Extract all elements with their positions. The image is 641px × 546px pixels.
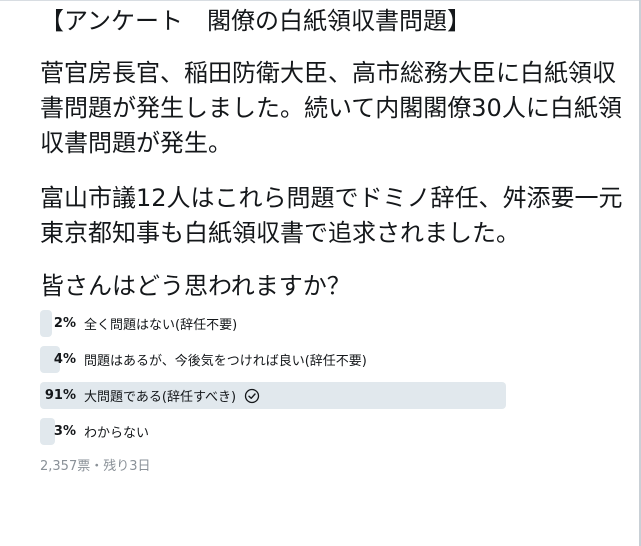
poll-meta: 2,357票・残り3日: [40, 455, 630, 474]
tweet-paragraph-2: 富山市議12人はこれら問題でドミノ辞任、舛添要一元東京都知事も白紙領収書で追求さ…: [40, 184, 623, 247]
poll-option-label: 全く問題はない(辞任不要): [84, 318, 238, 333]
poll-question: 皆さんはどう思われますか？: [40, 272, 351, 300]
tweet-paragraph-1: 菅官房長官、稲田防衛大臣、高市総務大臣に白紙領収書問題が発生しました。続いて内閣…: [40, 59, 622, 157]
top-border: [0, 0, 641, 1]
poll-percent: 4%: [53, 352, 76, 367]
poll-percent: 2%: [53, 316, 76, 331]
poll-option-label: 大問題である(辞任すべき): [84, 390, 237, 405]
check-circle-icon: [244, 388, 260, 403]
poll-percent: 3%: [53, 424, 76, 439]
poll-option-4: 3% わからない: [40, 418, 552, 445]
vote-count: 2,357票: [40, 459, 91, 474]
tweet-body: 【アンケート 閣僚の白紙領収書問題】 菅官房長官、稲田防衛大臣、高市総務大臣に白…: [40, 6, 630, 474]
poll-option-3: 91% 大問題である(辞任すべき): [40, 382, 552, 409]
poll: 2% 全く問題はない(辞任不要) 4% 問題はあるが、今後気をつければ良い(辞任…: [40, 310, 552, 445]
poll-percent: 91%: [44, 388, 76, 403]
poll-option-label: 問題はあるが、今後気をつければ良い(辞任不要): [84, 354, 367, 369]
poll-option-2: 4% 問題はあるが、今後気をつければ良い(辞任不要): [40, 346, 552, 373]
poll-option-1: 2% 全く問題はない(辞任不要): [40, 310, 552, 337]
poll-option-label: わからない: [84, 426, 150, 441]
time-remaining: 残り3日: [103, 459, 151, 474]
meta-separator: ・: [90, 459, 104, 474]
tweet-title: 【アンケート 閣僚の白紙領収書問題】: [40, 7, 472, 35]
